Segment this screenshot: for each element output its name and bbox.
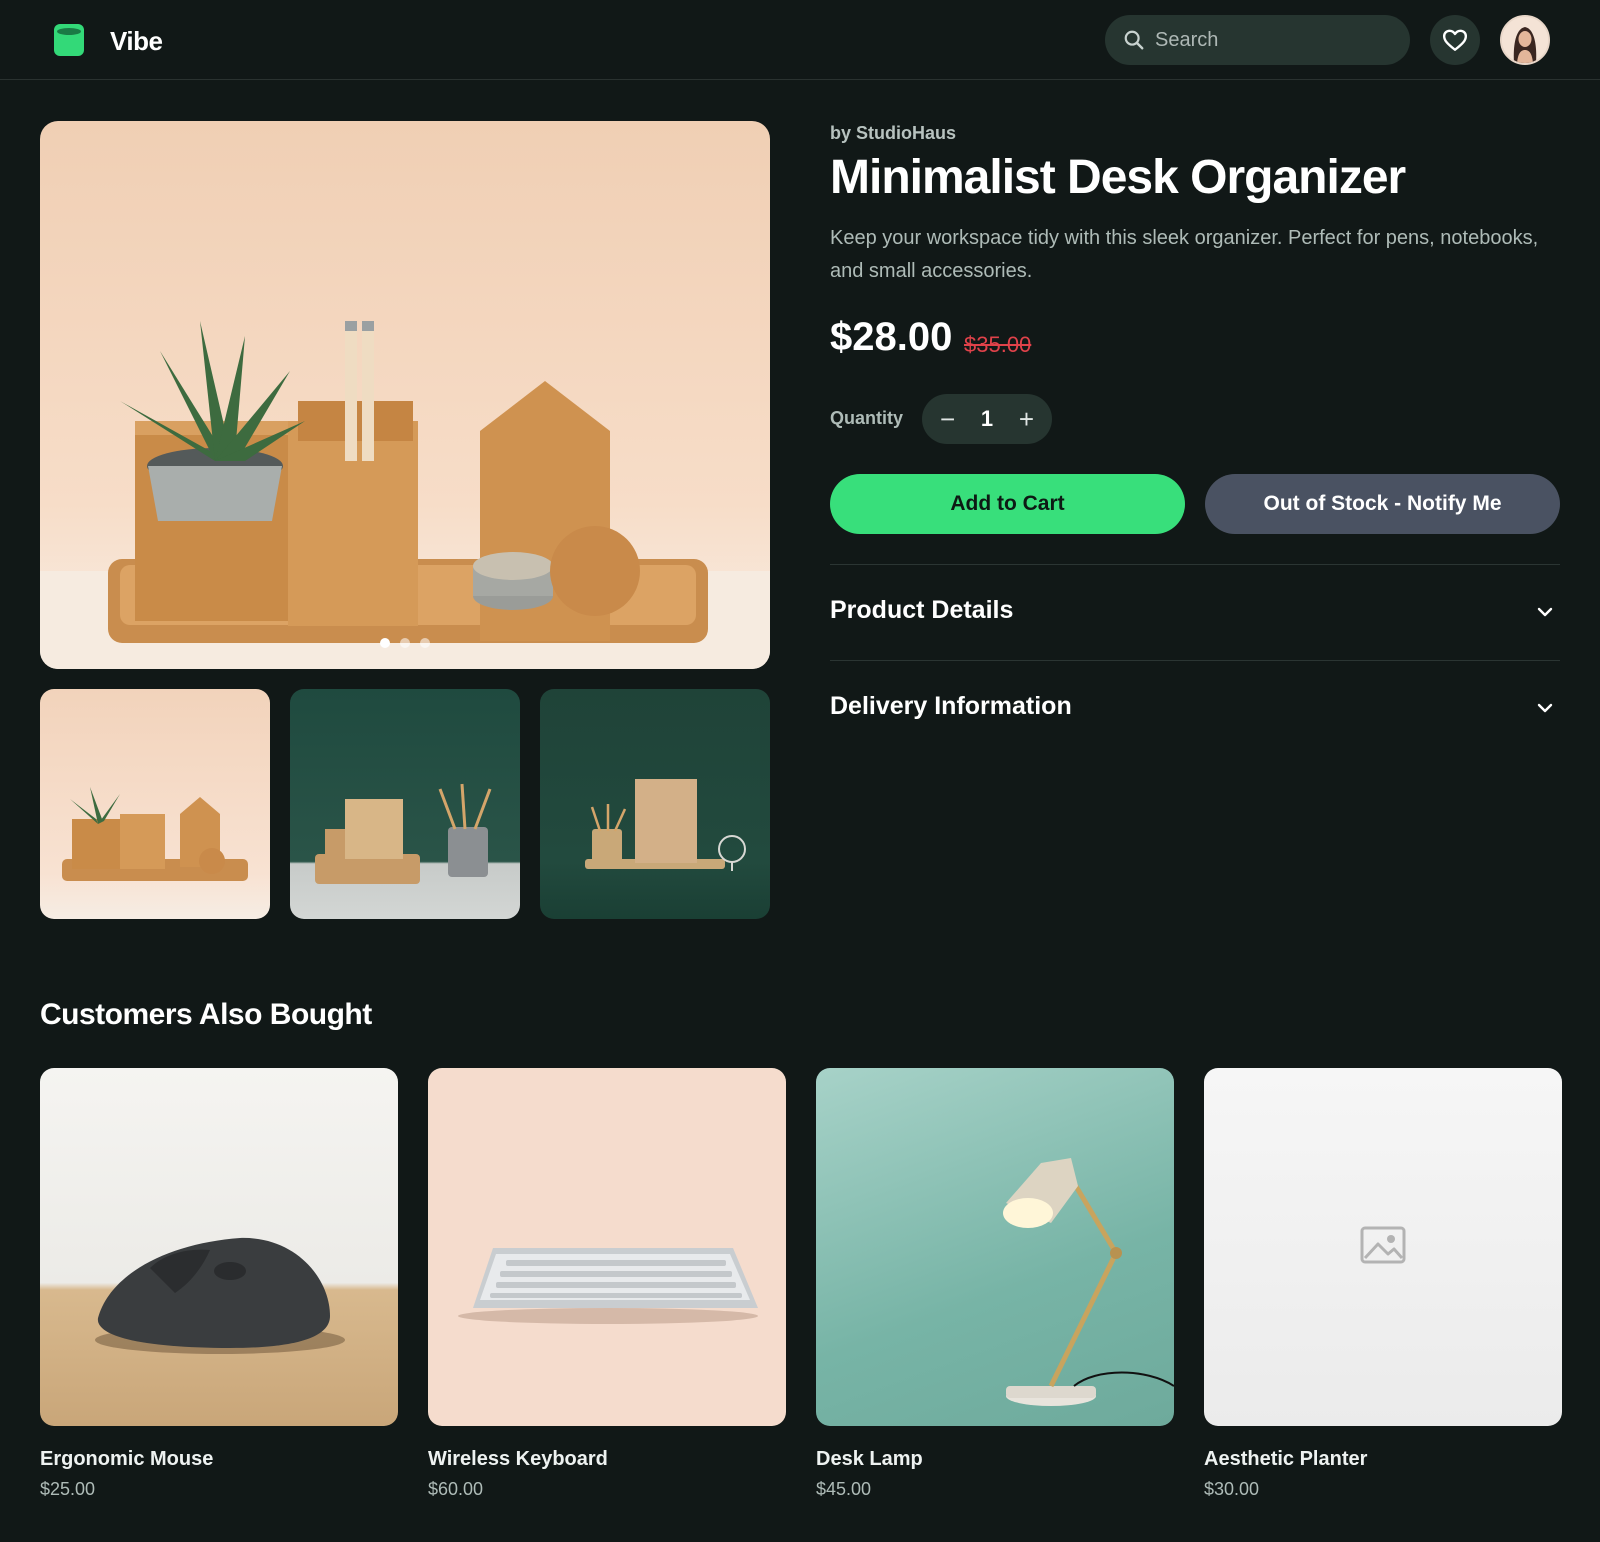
- carousel-dot-1[interactable]: [380, 638, 390, 648]
- app-name: Vibe: [110, 26, 163, 56]
- increment-button[interactable]: +: [1019, 406, 1034, 432]
- desk-organizer-photo: [40, 321, 770, 669]
- product-card-image-keyboard[interactable]: [428, 1068, 786, 1426]
- product-card-price: $45.00: [816, 1479, 872, 1499]
- quantity-label: Quantity: [830, 408, 904, 428]
- avatar-image: [1502, 17, 1548, 63]
- product-brand[interactable]: by StudioHaus: [830, 123, 956, 144]
- image-placeholder-icon: [1360, 1226, 1406, 1264]
- divider: [830, 564, 1560, 565]
- product-card-image-mouse[interactable]: [40, 1068, 398, 1426]
- original-price: $35.00: [964, 332, 1032, 357]
- decrement-button[interactable]: −: [940, 406, 955, 432]
- thumbnail-image: [62, 787, 248, 881]
- quantity-value: 1: [980, 406, 994, 431]
- thumbnail-1[interactable]: [40, 689, 270, 919]
- keyboard-photo: [458, 1248, 758, 1324]
- product-card-name[interactable]: Ergonomic Mouse: [40, 1448, 213, 1471]
- carousel-dot-3[interactable]: [420, 638, 430, 648]
- product-card-image-planter[interactable]: [1204, 1068, 1562, 1426]
- also-bought-title: Customers Also Bought: [40, 998, 372, 1031]
- user-avatar[interactable]: [1500, 15, 1550, 65]
- notify-me-button[interactable]: Out of Stock - Notify Me: [1205, 474, 1560, 534]
- product-card-name[interactable]: Desk Lamp: [816, 1448, 923, 1471]
- logo-icon: [54, 24, 84, 56]
- mouse-photo: [95, 1237, 345, 1354]
- wishlist-button[interactable]: [1430, 15, 1480, 65]
- thumbnail-3[interactable]: [540, 689, 770, 919]
- accordion-delivery-information[interactable]: Delivery Information: [830, 692, 1072, 721]
- chevron-down-icon[interactable]: [1535, 602, 1555, 622]
- divider: [830, 660, 1560, 661]
- main-product-image[interactable]: [40, 121, 770, 669]
- product-price: $28.00: [830, 315, 953, 359]
- accordion-product-details[interactable]: Product Details: [830, 596, 1013, 625]
- product-card-name[interactable]: Aesthetic Planter: [1204, 1448, 1367, 1471]
- thumbnail-image: [585, 779, 746, 871]
- lamp-photo: [1003, 1158, 1174, 1406]
- product-card-name[interactable]: Wireless Keyboard: [428, 1448, 608, 1471]
- product-card-image-lamp[interactable]: [816, 1068, 1174, 1426]
- logo[interactable]: Vibe: [54, 24, 163, 56]
- thumbnail-2[interactable]: [290, 689, 520, 919]
- carousel-dots: [380, 638, 430, 648]
- search-input[interactable]: [1155, 28, 1395, 52]
- top-navbar: Vibe: [0, 0, 1600, 80]
- thumbnail-image: [315, 783, 492, 884]
- search-bar[interactable]: [1105, 15, 1410, 65]
- product-description: Keep your workspace tidy with this sleek…: [830, 227, 1539, 282]
- product-card-price: $60.00: [428, 1479, 484, 1499]
- product-title: Minimalist Desk Organizer: [830, 151, 1406, 204]
- carousel-dot-2[interactable]: [400, 638, 410, 648]
- add-to-cart-button[interactable]: Add to Cart: [830, 474, 1185, 534]
- heart-icon: [1442, 29, 1468, 51]
- quantity-stepper: − 1 +: [922, 394, 1052, 444]
- product-card-price: $30.00: [1204, 1479, 1260, 1499]
- product-card-price: $25.00: [40, 1479, 96, 1499]
- chevron-down-icon[interactable]: [1535, 698, 1555, 718]
- search-icon: [1124, 30, 1144, 50]
